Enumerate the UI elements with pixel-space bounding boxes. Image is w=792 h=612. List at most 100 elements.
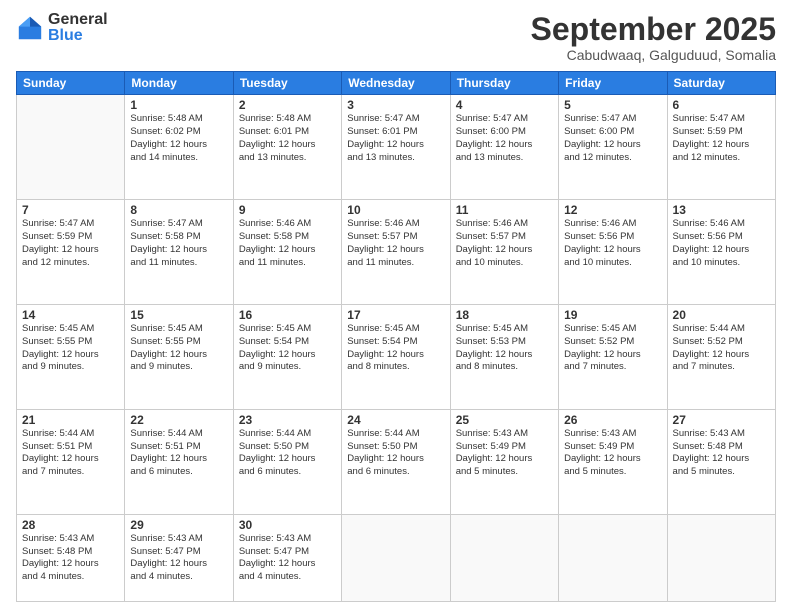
- table-row: 18Sunrise: 5:45 AMSunset: 5:53 PMDayligh…: [450, 304, 558, 409]
- day-number: 20: [673, 308, 770, 322]
- day-number: 25: [456, 413, 553, 427]
- day-number: 30: [239, 518, 336, 532]
- day-number: 5: [564, 98, 661, 112]
- day-number: 21: [22, 413, 119, 427]
- header-thursday: Thursday: [450, 72, 558, 95]
- table-row: 16Sunrise: 5:45 AMSunset: 5:54 PMDayligh…: [233, 304, 341, 409]
- day-info: Sunrise: 5:47 AMSunset: 6:01 PMDaylight:…: [347, 113, 444, 164]
- day-info: Sunrise: 5:48 AMSunset: 6:02 PMDaylight:…: [130, 113, 227, 164]
- day-number: 16: [239, 308, 336, 322]
- table-row: [559, 514, 667, 601]
- table-row: [667, 514, 775, 601]
- day-number: 14: [22, 308, 119, 322]
- day-number: 28: [22, 518, 119, 532]
- day-info: Sunrise: 5:43 AMSunset: 5:48 PMDaylight:…: [22, 533, 119, 584]
- day-number: 7: [22, 203, 119, 217]
- subtitle: Cabudwaaq, Galguduud, Somalia: [531, 47, 776, 63]
- logo: General Blue: [16, 12, 108, 44]
- day-info: Sunrise: 5:43 AMSunset: 5:47 PMDaylight:…: [239, 533, 336, 584]
- header-saturday: Saturday: [667, 72, 775, 95]
- day-info: Sunrise: 5:47 AMSunset: 5:59 PMDaylight:…: [673, 113, 770, 164]
- title-block: September 2025 Cabudwaaq, Galguduud, Som…: [531, 12, 776, 63]
- table-row: 25Sunrise: 5:43 AMSunset: 5:49 PMDayligh…: [450, 409, 558, 514]
- day-number: 10: [347, 203, 444, 217]
- table-row: 4Sunrise: 5:47 AMSunset: 6:00 PMDaylight…: [450, 95, 558, 200]
- day-number: 18: [456, 308, 553, 322]
- table-row: 13Sunrise: 5:46 AMSunset: 5:56 PMDayligh…: [667, 200, 775, 305]
- day-info: Sunrise: 5:47 AMSunset: 5:59 PMDaylight:…: [22, 218, 119, 269]
- day-info: Sunrise: 5:44 AMSunset: 5:50 PMDaylight:…: [347, 428, 444, 479]
- logo-text: General Blue: [48, 12, 108, 44]
- day-info: Sunrise: 5:45 AMSunset: 5:54 PMDaylight:…: [239, 323, 336, 374]
- header-wednesday: Wednesday: [342, 72, 450, 95]
- table-row: 29Sunrise: 5:43 AMSunset: 5:47 PMDayligh…: [125, 514, 233, 601]
- table-row: 5Sunrise: 5:47 AMSunset: 6:00 PMDaylight…: [559, 95, 667, 200]
- day-info: Sunrise: 5:46 AMSunset: 5:56 PMDaylight:…: [673, 218, 770, 269]
- day-info: Sunrise: 5:46 AMSunset: 5:57 PMDaylight:…: [347, 218, 444, 269]
- day-number: 22: [130, 413, 227, 427]
- day-info: Sunrise: 5:45 AMSunset: 5:55 PMDaylight:…: [22, 323, 119, 374]
- month-title: September 2025: [531, 12, 776, 47]
- day-info: Sunrise: 5:43 AMSunset: 5:49 PMDaylight:…: [564, 428, 661, 479]
- day-info: Sunrise: 5:46 AMSunset: 5:57 PMDaylight:…: [456, 218, 553, 269]
- table-row: 23Sunrise: 5:44 AMSunset: 5:50 PMDayligh…: [233, 409, 341, 514]
- day-number: 26: [564, 413, 661, 427]
- table-row: 6Sunrise: 5:47 AMSunset: 5:59 PMDaylight…: [667, 95, 775, 200]
- day-info: Sunrise: 5:48 AMSunset: 6:01 PMDaylight:…: [239, 113, 336, 164]
- table-row: 3Sunrise: 5:47 AMSunset: 6:01 PMDaylight…: [342, 95, 450, 200]
- day-info: Sunrise: 5:44 AMSunset: 5:51 PMDaylight:…: [22, 428, 119, 479]
- day-info: Sunrise: 5:45 AMSunset: 5:54 PMDaylight:…: [347, 323, 444, 374]
- table-row: [17, 95, 125, 200]
- table-row: 28Sunrise: 5:43 AMSunset: 5:48 PMDayligh…: [17, 514, 125, 601]
- day-number: 15: [130, 308, 227, 322]
- table-row: 1Sunrise: 5:48 AMSunset: 6:02 PMDaylight…: [125, 95, 233, 200]
- table-row: 30Sunrise: 5:43 AMSunset: 5:47 PMDayligh…: [233, 514, 341, 601]
- day-info: Sunrise: 5:44 AMSunset: 5:50 PMDaylight:…: [239, 428, 336, 479]
- table-row: 24Sunrise: 5:44 AMSunset: 5:50 PMDayligh…: [342, 409, 450, 514]
- day-info: Sunrise: 5:45 AMSunset: 5:53 PMDaylight:…: [456, 323, 553, 374]
- day-info: Sunrise: 5:46 AMSunset: 5:58 PMDaylight:…: [239, 218, 336, 269]
- day-number: 17: [347, 308, 444, 322]
- day-info: Sunrise: 5:47 AMSunset: 6:00 PMDaylight:…: [564, 113, 661, 164]
- day-number: 13: [673, 203, 770, 217]
- table-row: [450, 514, 558, 601]
- day-number: 11: [456, 203, 553, 217]
- table-row: 17Sunrise: 5:45 AMSunset: 5:54 PMDayligh…: [342, 304, 450, 409]
- table-row: 15Sunrise: 5:45 AMSunset: 5:55 PMDayligh…: [125, 304, 233, 409]
- header-friday: Friday: [559, 72, 667, 95]
- header-monday: Monday: [125, 72, 233, 95]
- day-info: Sunrise: 5:45 AMSunset: 5:55 PMDaylight:…: [130, 323, 227, 374]
- table-row: 21Sunrise: 5:44 AMSunset: 5:51 PMDayligh…: [17, 409, 125, 514]
- day-info: Sunrise: 5:43 AMSunset: 5:47 PMDaylight:…: [130, 533, 227, 584]
- day-number: 1: [130, 98, 227, 112]
- day-info: Sunrise: 5:47 AMSunset: 5:58 PMDaylight:…: [130, 218, 227, 269]
- table-row: 9Sunrise: 5:46 AMSunset: 5:58 PMDaylight…: [233, 200, 341, 305]
- table-row: 2Sunrise: 5:48 AMSunset: 6:01 PMDaylight…: [233, 95, 341, 200]
- table-row: 26Sunrise: 5:43 AMSunset: 5:49 PMDayligh…: [559, 409, 667, 514]
- day-info: Sunrise: 5:46 AMSunset: 5:56 PMDaylight:…: [564, 218, 661, 269]
- table-row: 11Sunrise: 5:46 AMSunset: 5:57 PMDayligh…: [450, 200, 558, 305]
- calendar-table: Sunday Monday Tuesday Wednesday Thursday…: [16, 71, 776, 602]
- day-info: Sunrise: 5:43 AMSunset: 5:48 PMDaylight:…: [673, 428, 770, 479]
- day-number: 9: [239, 203, 336, 217]
- table-row: 20Sunrise: 5:44 AMSunset: 5:52 PMDayligh…: [667, 304, 775, 409]
- day-number: 4: [456, 98, 553, 112]
- logo-general-text: General: [48, 12, 108, 28]
- table-row: 8Sunrise: 5:47 AMSunset: 5:58 PMDaylight…: [125, 200, 233, 305]
- day-info: Sunrise: 5:44 AMSunset: 5:52 PMDaylight:…: [673, 323, 770, 374]
- table-row: 22Sunrise: 5:44 AMSunset: 5:51 PMDayligh…: [125, 409, 233, 514]
- header-tuesday: Tuesday: [233, 72, 341, 95]
- day-number: 19: [564, 308, 661, 322]
- day-number: 2: [239, 98, 336, 112]
- day-number: 27: [673, 413, 770, 427]
- day-info: Sunrise: 5:43 AMSunset: 5:49 PMDaylight:…: [456, 428, 553, 479]
- day-info: Sunrise: 5:47 AMSunset: 6:00 PMDaylight:…: [456, 113, 553, 164]
- header-sunday: Sunday: [17, 72, 125, 95]
- logo-blue-text: Blue: [48, 28, 108, 44]
- day-number: 8: [130, 203, 227, 217]
- table-row: 14Sunrise: 5:45 AMSunset: 5:55 PMDayligh…: [17, 304, 125, 409]
- day-number: 29: [130, 518, 227, 532]
- table-row: [342, 514, 450, 601]
- table-row: 19Sunrise: 5:45 AMSunset: 5:52 PMDayligh…: [559, 304, 667, 409]
- day-number: 23: [239, 413, 336, 427]
